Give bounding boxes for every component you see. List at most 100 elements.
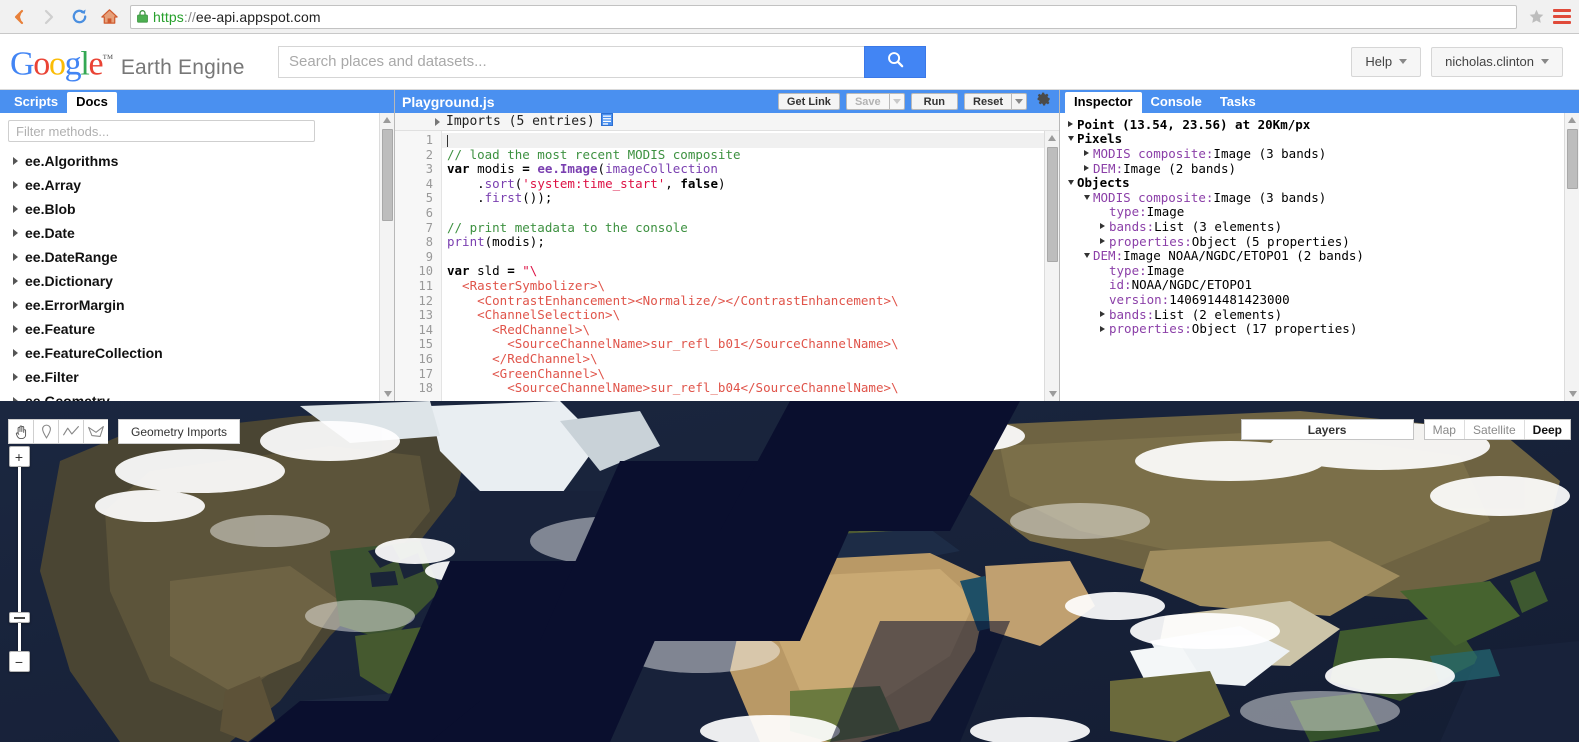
chevron-right-icon[interactable]	[1084, 165, 1089, 172]
tree-row[interactable]: properties: Object (17 properties)	[1064, 321, 1579, 336]
line-number: 15	[418, 337, 433, 352]
url-text: https://ee-api.appspot.com	[153, 9, 321, 25]
map-viewport[interactable]: Geometry Imports + − Layers Map Satellit…	[0, 401, 1579, 742]
reset-dropdown-button[interactable]	[1012, 93, 1027, 110]
docs-item-ee-featurecollection[interactable]: ee.FeatureCollection	[5, 341, 394, 365]
reload-icon[interactable]	[66, 4, 92, 30]
forward-arrow-icon[interactable]	[36, 4, 62, 30]
run-button[interactable]: Run	[910, 93, 959, 110]
line-icon[interactable]	[58, 419, 83, 444]
docs-item-ee-array[interactable]: ee.Array	[5, 173, 394, 197]
save-button[interactable]: Save	[845, 93, 890, 110]
settings-button[interactable]	[1033, 91, 1055, 112]
inspector-scrollbar[interactable]	[1564, 113, 1579, 401]
geometry-imports-button[interactable]: Geometry Imports	[118, 419, 241, 444]
search-input[interactable]	[278, 45, 864, 78]
tab-tasks[interactable]: Tasks	[1211, 92, 1265, 113]
chevron-right-icon[interactable]	[1100, 325, 1105, 332]
star-icon[interactable]	[1525, 6, 1547, 28]
layers-button[interactable]: Layers	[1240, 419, 1414, 440]
chevron-right-icon[interactable]	[1100, 311, 1105, 318]
tree-row[interactable]: properties: Object (5 properties)	[1064, 234, 1579, 249]
scroll-down-icon[interactable]	[1565, 387, 1579, 401]
docs-item-ee-filter[interactable]: ee.Filter	[5, 365, 394, 389]
docs-item-ee-geometry[interactable]: ee.Geometry	[5, 389, 394, 401]
reset-button[interactable]: Reset	[964, 93, 1012, 110]
tree-row[interactable]: Objects	[1064, 175, 1579, 190]
docs-item-ee-date[interactable]: ee.Date	[5, 221, 394, 245]
chevron-down-icon[interactable]	[1067, 136, 1074, 142]
line-number: 16	[418, 351, 433, 366]
hamburger-menu-icon[interactable]	[1551, 4, 1573, 30]
chevron-right-icon[interactable]	[1068, 121, 1073, 128]
code-line: <SourceChannelName>sur_refl_b04</SourceC…	[447, 380, 899, 396]
address-bar[interactable]: https://ee-api.appspot.com	[130, 4, 1517, 29]
scrollbar-thumb[interactable]	[1567, 129, 1578, 189]
tree-row[interactable]: DEM: Image (2 bands)	[1064, 161, 1579, 176]
back-arrow-icon[interactable]	[6, 4, 32, 30]
tree-row: type: Image	[1064, 204, 1579, 219]
tree-row[interactable]: MODIS composite: Image (3 bands)	[1064, 146, 1579, 161]
scrollbar-thumb[interactable]	[382, 129, 393, 221]
basemap-deep-button[interactable]: Deep	[1525, 420, 1570, 439]
save-dropdown-button[interactable]	[889, 93, 905, 110]
home-icon[interactable]	[96, 4, 122, 30]
editor-scrollbar[interactable]	[1044, 131, 1059, 401]
hand-pan-icon[interactable]	[8, 419, 33, 444]
chevron-right-icon[interactable]	[435, 117, 440, 126]
tab-console[interactable]: Console	[1142, 92, 1211, 113]
zoom-out-button[interactable]: −	[8, 651, 30, 672]
tree-row[interactable]: Pixels	[1064, 131, 1579, 146]
tab-inspector[interactable]: Inspector	[1065, 92, 1142, 113]
zoom-track-lower[interactable]	[17, 623, 21, 651]
editor-body[interactable]: 1 2 3 4 5 6 7 8 9 10 11 12 13 14 15 16 1…	[395, 131, 1059, 401]
tab-scripts[interactable]: Scripts	[5, 92, 67, 113]
chevron-right-icon[interactable]	[1084, 150, 1089, 157]
tree-row[interactable]: bands: List (3 elements)	[1064, 219, 1579, 234]
list-icon[interactable]	[600, 112, 613, 131]
scroll-down-icon[interactable]	[1045, 387, 1059, 401]
scroll-up-icon[interactable]	[1045, 131, 1059, 145]
tree-row[interactable]: MODIS composite: Image (3 bands)	[1064, 190, 1579, 205]
code-text-area[interactable]: // load the most recent MODIS composite …	[442, 131, 1059, 401]
tree-row[interactable]: bands: List (2 elements)	[1064, 307, 1579, 322]
account-button[interactable]: nicholas.clinton	[1431, 46, 1563, 77]
filter-methods-input[interactable]	[8, 120, 315, 142]
tree-value: Image NOAA/NGDC/ETOPO1 (2 bands)	[1123, 248, 1364, 264]
search-button[interactable]	[864, 45, 926, 78]
chevron-down-icon[interactable]	[1083, 253, 1090, 259]
chevron-down-icon[interactable]	[1067, 180, 1074, 186]
docs-item-ee-algorithms[interactable]: ee.Algorithms	[5, 149, 394, 173]
docs-item-ee-blob[interactable]: ee.Blob	[5, 197, 394, 221]
tree-key: DEM:	[1093, 248, 1124, 264]
scroll-up-icon[interactable]	[1565, 113, 1579, 127]
docs-item-label: ee.FeatureCollection	[25, 345, 163, 361]
get-link-button[interactable]: Get Link	[777, 93, 840, 110]
basemap-satellite-button[interactable]: Satellite	[1465, 420, 1525, 439]
chevron-right-icon[interactable]	[1100, 223, 1105, 230]
tab-docs[interactable]: Docs	[67, 92, 117, 113]
tree-row[interactable]: Point (13.54, 23.56) at 20Km/px	[1064, 117, 1579, 132]
docs-item-ee-daterange[interactable]: ee.DateRange	[5, 245, 394, 269]
zoom-in-button[interactable]: +	[8, 446, 30, 467]
scroll-up-icon[interactable]	[380, 113, 394, 127]
basemap-map-button[interactable]: Map	[1425, 420, 1465, 439]
polygon-icon[interactable]	[83, 419, 108, 444]
docs-item-ee-feature[interactable]: ee.Feature	[5, 317, 394, 341]
tree-row[interactable]: DEM: Image NOAA/NGDC/ETOPO1 (2 bands)	[1064, 248, 1579, 263]
scrollbar-thumb[interactable]	[1047, 147, 1058, 262]
zoom-slider-handle[interactable]	[8, 612, 30, 623]
chevron-down-icon[interactable]	[1083, 194, 1090, 200]
zoom-track-upper[interactable]	[17, 467, 21, 612]
marker-point-icon[interactable]	[33, 419, 58, 444]
chevron-right-icon[interactable]	[1100, 238, 1105, 245]
docs-list: ee.Algorithms ee.Array ee.Blob ee.Date e…	[0, 146, 394, 401]
help-button[interactable]: Help	[1351, 46, 1422, 77]
docs-item-ee-dictionary[interactable]: ee.Dictionary	[5, 269, 394, 293]
tree-key: type:	[1109, 262, 1147, 278]
imports-row[interactable]: Imports (5 entries)	[395, 112, 1059, 131]
tree-value: Object (17 properties)	[1191, 321, 1358, 337]
docs-item-ee-errormargin[interactable]: ee.ErrorMargin	[5, 293, 394, 317]
docs-scrollbar[interactable]	[379, 113, 394, 401]
scroll-down-icon[interactable]	[380, 387, 394, 401]
